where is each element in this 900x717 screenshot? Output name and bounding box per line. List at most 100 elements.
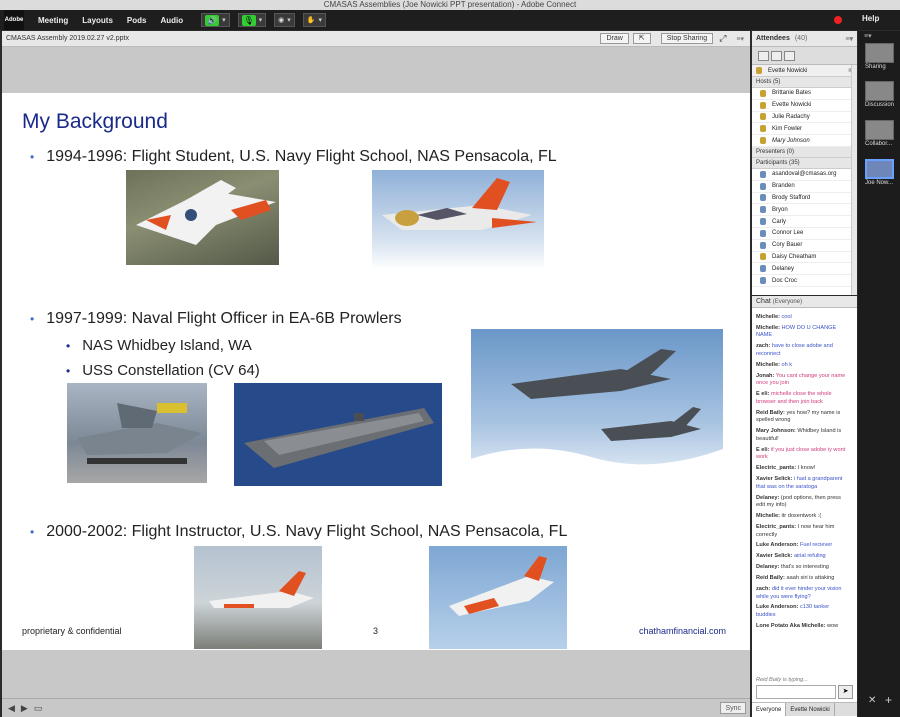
attendee-row[interactable]: Julie Radachy: [752, 112, 857, 124]
camera-button[interactable]: ◉ ▾: [274, 13, 295, 27]
attendee-row[interactable]: Carly: [752, 216, 857, 228]
pod-options-icon[interactable]: ≡▾: [736, 35, 744, 43]
chat-message: Delaney: (pod options, then press edit m…: [756, 495, 848, 510]
participant-icon: [760, 253, 766, 261]
chat-message: Michelle: oh k: [756, 362, 848, 370]
host-icon: [760, 101, 766, 109]
participant-icon: [760, 182, 766, 190]
menu-audio[interactable]: Audio: [160, 16, 183, 25]
chevron-down-icon: ▾: [222, 17, 226, 24]
menubar: Adobe Meeting Layouts Pods Audio 🔊 ▾ 🎙 ▾ ◉…: [0, 10, 900, 30]
chat-sender: Electric_pants:: [756, 465, 797, 472]
tab-private-chat[interactable]: Evette Nowicki: [786, 703, 835, 716]
speaker-button[interactable]: 🔊 ▾: [201, 13, 230, 27]
pod-options-icon[interactable]: ≡▾: [845, 35, 853, 43]
presenters-section[interactable]: Presenters (0): [752, 146, 857, 158]
chat-message: Electric_pants: I now hear him correctly: [756, 524, 848, 539]
webcam-icon: ◉: [278, 17, 285, 24]
layout-sharing[interactable]: Sharing: [865, 43, 894, 70]
draw-button[interactable]: Draw: [600, 33, 629, 44]
chat-message: Delaney: that's so interesting: [756, 564, 848, 572]
chat-text: airial refuling: [793, 553, 826, 560]
chat-sender: Jonah:: [756, 372, 775, 379]
chat-message: Michelle: cool: [756, 314, 848, 322]
my-status-row[interactable]: Evette Nowicki ⊗: [752, 65, 857, 77]
footer-confidential: proprietary & confidential: [22, 626, 122, 636]
attendee-row[interactable]: Doc Croc: [752, 275, 857, 287]
chat-text: aaah siri is attaking: [786, 575, 835, 582]
menu-meeting[interactable]: Meeting: [38, 16, 68, 25]
chat-sender: E eli:: [756, 446, 770, 453]
bullet-flight-student: • 1994-1996: Flight Student, U.S. Navy Fl…: [30, 148, 557, 165]
microphone-button[interactable]: 🎙 ▾: [237, 13, 267, 27]
attendee-row[interactable]: Daisy Cheatham: [752, 252, 857, 264]
attendee-row[interactable]: Cory Bauer: [752, 240, 857, 252]
attendee-row[interactable]: Kim Fowler: [752, 123, 857, 136]
hosts-section[interactable]: Hosts (5): [752, 77, 857, 88]
chat-messages: Michelle: cool Michelle: HOW DO U CHANGE …: [752, 310, 852, 678]
chat-text: that's so interesting: [780, 564, 829, 571]
host-icon: [760, 89, 766, 97]
person-icon: [756, 67, 762, 74]
recording-indicator-icon[interactable]: [834, 16, 842, 24]
menu-layouts[interactable]: Layouts: [82, 16, 113, 25]
pointer-button[interactable]: ⇱: [632, 33, 651, 44]
attendee-row[interactable]: Brody Stafford: [752, 193, 857, 205]
chat-message: Luke Anderson: c130 tanker buddies: [756, 604, 848, 619]
attendee-row[interactable]: Connor Lee: [752, 228, 857, 240]
attendee-row[interactable]: asandoval@cmasas.org: [752, 169, 857, 181]
chat-message: Reid Baily: yes how? my name is spelled …: [756, 410, 848, 425]
chat-scope: (Everyone): [772, 299, 803, 305]
presentation-slide: My Background • 1994-1996: Flight Student…: [2, 93, 750, 650]
layout-thumbnail: [865, 43, 894, 63]
layout-joe-nowicki[interactable]: Joe Now...: [865, 159, 894, 186]
sidebar-toggle-icon[interactable]: ▭: [34, 703, 43, 714]
attendee-row[interactable]: Delaney: [752, 263, 857, 276]
attendee-row[interactable]: Bryon: [752, 204, 857, 217]
chat-message: E eli: if you just close adobe iy wont w…: [756, 447, 848, 462]
grid-view-icon[interactable]: [771, 50, 782, 61]
breakout-icon[interactable]: [784, 50, 795, 61]
layout-discussion[interactable]: Discussion: [865, 81, 894, 108]
chat-sender: E eli:: [756, 391, 770, 398]
list-view-icon[interactable]: [758, 50, 769, 61]
photo-ea6b-formation: [471, 329, 723, 487]
pointer-icon: ⇱: [638, 35, 645, 42]
next-slide-icon[interactable]: ▶: [21, 703, 28, 714]
attendee-row[interactable]: Evette Nowicki: [752, 100, 857, 112]
speaker-icon: 🔊: [205, 14, 220, 26]
help-menu[interactable]: Help: [862, 14, 879, 23]
chat-input[interactable]: [756, 685, 836, 699]
layouts-bar: ≡▾ Sharing Discussion Collabor... Joe No…: [858, 31, 900, 717]
slide-title: My Background: [22, 110, 168, 133]
participants-section[interactable]: Participants (35): [752, 157, 857, 169]
chat-message: Lone Potato Aka Michelle: wow: [756, 623, 848, 631]
chat-message: zach: have to close adobe and reconnect: [756, 343, 848, 358]
collapse-icon[interactable]: ✕: [868, 695, 876, 706]
raise-hand-button[interactable]: ✋ ▾: [302, 13, 327, 27]
layout-thumbnail: [865, 81, 894, 101]
layout-collaboration[interactable]: Collabor...: [865, 120, 894, 147]
previous-slide-icon[interactable]: ◀: [8, 703, 15, 714]
fullscreen-icon[interactable]: ⤢: [719, 33, 726, 44]
share-pod-header: CMASAS Assembly 2019.02.27 v2.pptx Draw …: [2, 31, 750, 47]
attendee-row[interactable]: Branden: [752, 181, 857, 193]
add-layout-icon[interactable]: +: [885, 693, 892, 707]
chat-send-button[interactable]: ➤: [838, 685, 853, 699]
chat-text: I know!: [797, 465, 816, 472]
participant-icon: [760, 265, 766, 273]
menu-pods[interactable]: Pods: [127, 16, 147, 25]
send-icon: ➤: [842, 688, 849, 695]
layout-options-icon[interactable]: ≡▾: [864, 32, 872, 40]
chat-text: if you just close adobe iy wont work: [756, 446, 846, 461]
photo-aircraft-carrier: [234, 383, 442, 486]
attendees-scrollbar[interactable]: [851, 65, 857, 295]
stop-sharing-button[interactable]: Stop Sharing: [660, 33, 714, 44]
hand-icon: ✋: [306, 17, 316, 24]
attendee-row[interactable]: Brittanie Bates: [752, 88, 857, 100]
attendee-row[interactable]: Mary Johnson: [752, 135, 857, 147]
tab-everyone[interactable]: Everyone: [752, 703, 787, 716]
sync-button[interactable]: Sync: [720, 702, 746, 714]
chat-sender: zach:: [756, 585, 771, 592]
chat-message: Reid Baily: aaah siri is attaking: [756, 575, 848, 583]
